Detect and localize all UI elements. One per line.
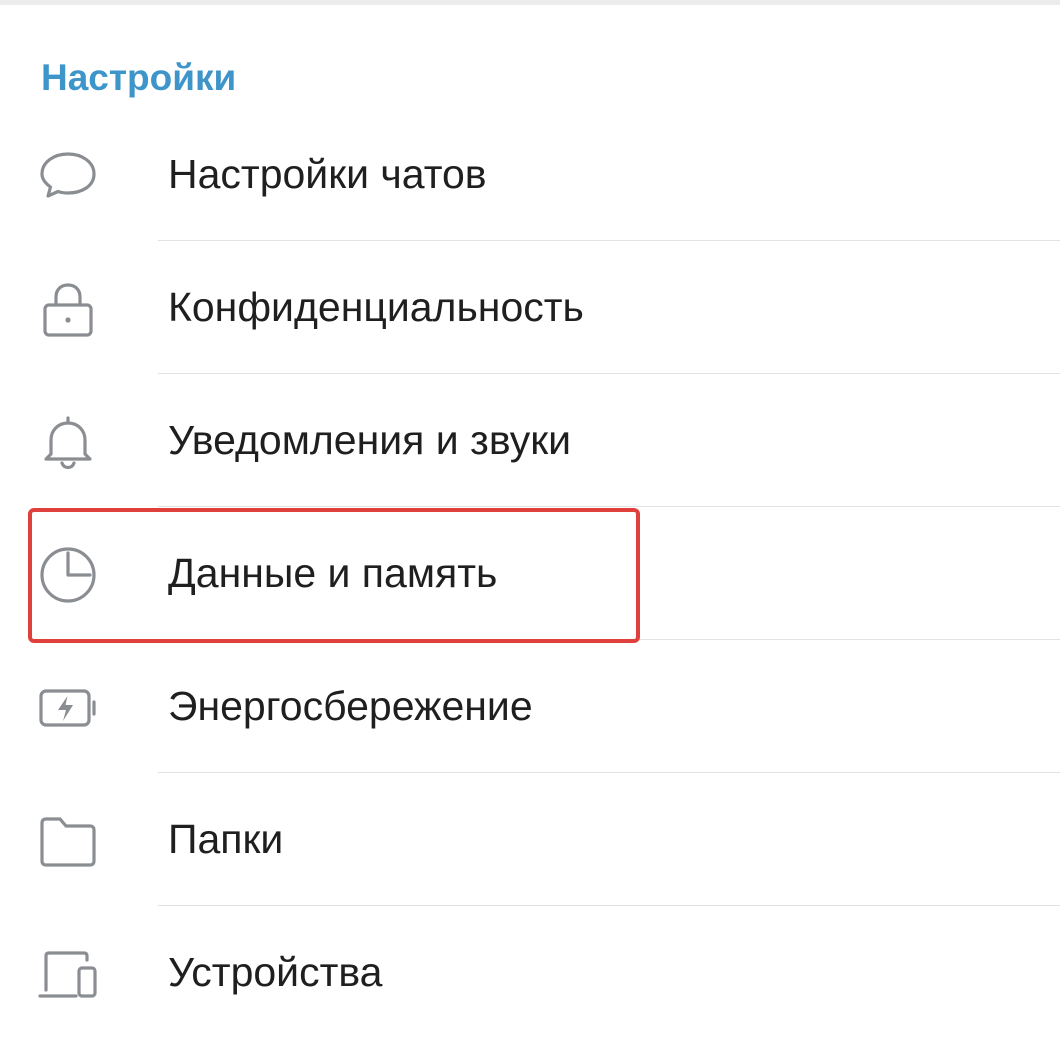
settings-item-power-saving[interactable]: Энергосбережение xyxy=(0,640,1060,773)
lock-icon xyxy=(38,279,98,339)
settings-item-folders[interactable]: Папки xyxy=(0,773,1060,906)
settings-item-label: Конфиденциальность xyxy=(168,284,584,330)
settings-item-devices[interactable]: Устройства xyxy=(0,906,1060,1039)
settings-item-notifications[interactable]: Уведомления и звуки xyxy=(0,374,1060,507)
pie-chart-icon xyxy=(38,545,98,605)
settings-item-chat-settings[interactable]: Настройки чатов xyxy=(0,108,1060,241)
settings-item-privacy[interactable]: Конфиденциальность xyxy=(0,241,1060,374)
folder-icon xyxy=(38,811,98,871)
settings-item-data-storage[interactable]: Данные и память xyxy=(0,507,1060,640)
bell-icon xyxy=(38,412,98,472)
settings-item-label: Уведомления и звуки xyxy=(168,417,572,463)
top-divider xyxy=(0,0,1060,5)
settings-list: Настройки чатов Конфиденциальность Уведо… xyxy=(0,108,1060,1039)
chat-bubble-icon xyxy=(38,146,98,206)
settings-item-label: Энергосбережение xyxy=(168,683,533,729)
battery-bolt-icon xyxy=(38,678,98,738)
devices-icon xyxy=(38,944,98,1004)
settings-item-label: Папки xyxy=(168,816,284,862)
settings-item-label: Данные и память xyxy=(168,550,498,596)
settings-item-label: Настройки чатов xyxy=(168,151,487,197)
section-title: Настройки xyxy=(41,57,237,98)
settings-item-label: Устройства xyxy=(168,949,383,995)
